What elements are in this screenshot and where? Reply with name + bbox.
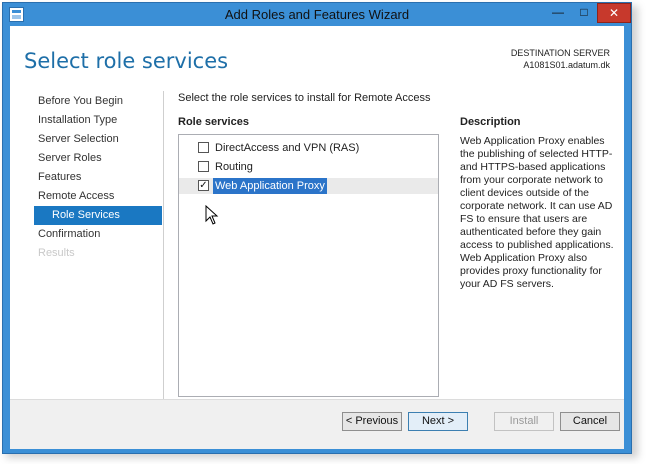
nav-item-server-roles[interactable]: Server Roles: [34, 149, 162, 168]
minimize-button[interactable]: —: [545, 3, 571, 23]
role-service-label: DirectAccess and VPN (RAS): [215, 142, 360, 154]
nav-divider: [163, 91, 164, 401]
nav-item-confirmation[interactable]: Confirmation: [34, 225, 162, 244]
nav-item-before-you-begin[interactable]: Before You Begin: [34, 92, 162, 111]
destination-label: DESTINATION SERVER: [510, 48, 610, 58]
role-services-list[interactable]: DirectAccess and VPN (RAS) Routing ✓ Web…: [178, 134, 439, 397]
checkbox-routing[interactable]: [198, 161, 209, 172]
nav-item-role-services[interactable]: Role Services: [34, 206, 162, 225]
role-service-item[interactable]: Routing: [179, 159, 438, 175]
wizard-content: Select role services DESTINATION SERVER …: [10, 26, 624, 449]
install-button: Install: [494, 412, 554, 431]
cancel-button[interactable]: Cancel: [560, 412, 620, 431]
destination-server-name: A1081S01.adatum.dk: [523, 60, 610, 70]
nav-item-server-selection[interactable]: Server Selection: [34, 130, 162, 149]
nav-item-results: Results: [38, 247, 75, 259]
role-service-label: Routing: [215, 161, 253, 173]
role-service-item[interactable]: DirectAccess and VPN (RAS): [179, 140, 438, 156]
window-title: Add Roles and Features Wizard: [224, 7, 410, 22]
instruction-text: Select the role services to install for …: [178, 92, 431, 104]
wizard-footer: < Previous Next > Install Cancel: [10, 399, 624, 449]
nav-item-installation-type[interactable]: Installation Type: [34, 111, 162, 130]
nav-item-remote-access[interactable]: Remote Access: [34, 187, 162, 206]
wizard-window: Add Roles and Features Wizard — □ ✕ Sele…: [2, 2, 632, 454]
role-service-item[interactable]: ✓ Web Application Proxy: [179, 178, 438, 194]
close-button[interactable]: ✕: [597, 3, 631, 23]
title-bar[interactable]: Add Roles and Features Wizard — □ ✕: [3, 3, 631, 26]
role-service-label: Web Application Proxy: [213, 178, 327, 194]
previous-button[interactable]: < Previous: [342, 412, 402, 431]
destination-server: DESTINATION SERVER A1081S01.adatum.dk: [511, 47, 610, 71]
role-services-header: Role services: [178, 116, 249, 128]
checkbox-web-application-proxy[interactable]: ✓: [198, 180, 209, 191]
next-button[interactable]: Next >: [408, 412, 468, 431]
mouse-pointer-icon: [205, 205, 219, 225]
checkbox-directaccess[interactable]: [198, 142, 209, 153]
nav-item-features[interactable]: Features: [34, 168, 162, 187]
maximize-button[interactable]: □: [571, 3, 597, 23]
description-text: Web Application Proxy enables the publis…: [460, 135, 614, 290]
page-title: Select role services: [24, 49, 229, 73]
wizard-nav: Before You Begin Installation Type Serve…: [34, 92, 162, 263]
description-header: Description: [460, 116, 521, 128]
